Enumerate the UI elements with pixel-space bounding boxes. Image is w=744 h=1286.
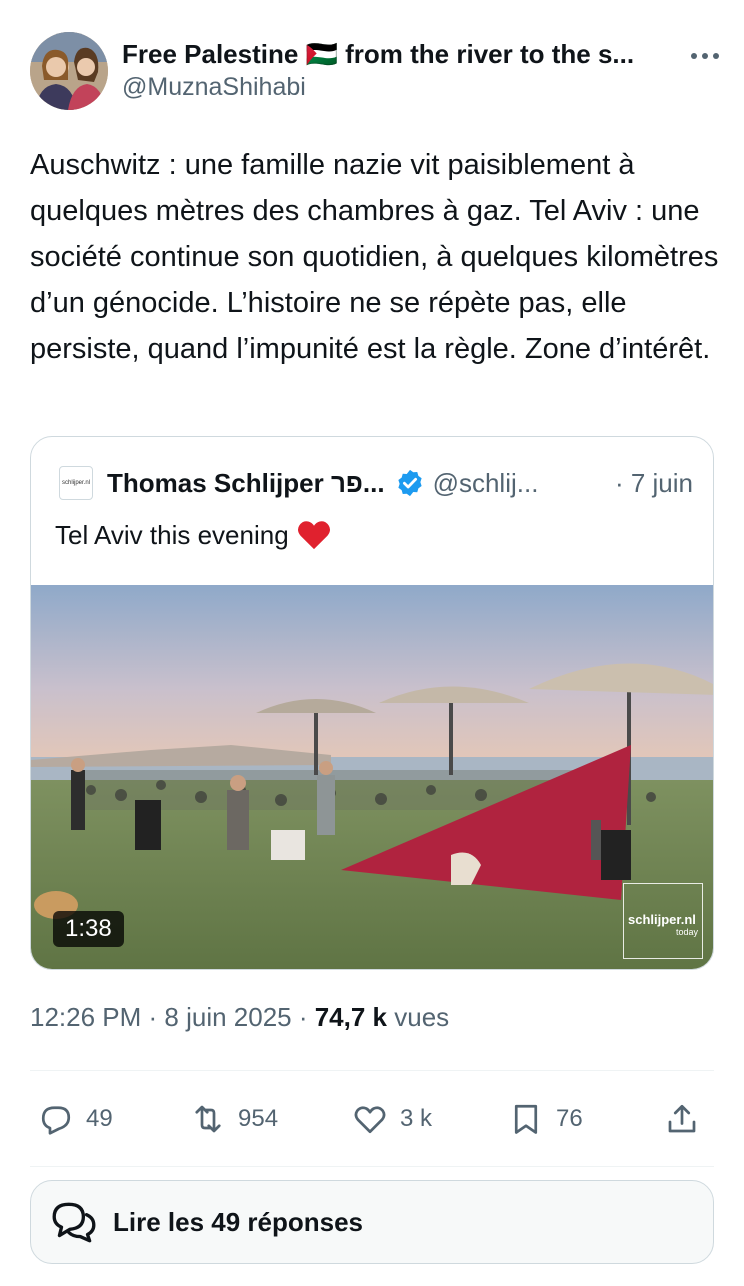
- watermark: schlijper.nl today: [623, 883, 703, 959]
- like-count: 3 k: [400, 1105, 433, 1132]
- read-replies-label: Lire les 49 réponses: [113, 1206, 364, 1237]
- views-count: 74,7 k: [314, 1002, 388, 1032]
- video-duration: 1:38: [53, 911, 124, 947]
- reply-button[interactable]: 49: [38, 1094, 113, 1144]
- video-player[interactable]: 1:38 schlijper.nl today: [31, 585, 713, 969]
- tweet-header: Free Palestine 🇵🇸 from the river to the …: [30, 32, 720, 112]
- avatar[interactable]: [30, 32, 108, 110]
- more-icon[interactable]: [690, 36, 720, 67]
- chat-bubbles-icon: [52, 1202, 96, 1243]
- author-names: Free Palestine 🇵🇸 from the river to the …: [122, 38, 662, 104]
- video-thumbnail: [31, 585, 713, 969]
- divider: [30, 1166, 714, 1167]
- quoted-tweet[interactable]: schlijper.nl Thomas Schlijper פר... @sch…: [30, 436, 714, 970]
- quoted-date[interactable]: · 7 juin: [615, 468, 693, 499]
- divider: [30, 1070, 714, 1071]
- share-button[interactable]: [664, 1094, 712, 1144]
- tweet-timestamp[interactable]: 12:26 PM · 8 juin 2025 ·: [30, 1002, 315, 1032]
- quoted-text: Tel Aviv this evening: [55, 520, 289, 550]
- tweet-text: Auschwitz : une famille nazie vit paisib…: [30, 149, 719, 365]
- reply-count: 49: [86, 1105, 113, 1132]
- watermark-subtext: today: [675, 927, 698, 937]
- bookmark-icon: [514, 1104, 538, 1134]
- views-label: vues: [387, 1002, 450, 1032]
- author-handle[interactable]: @MuznaShihabi: [122, 70, 662, 104]
- reply-icon: [41, 1106, 71, 1135]
- bookmark-button[interactable]: 76: [508, 1094, 583, 1144]
- heart-emoji-icon: [297, 521, 330, 550]
- like-button[interactable]: 3 k: [352, 1094, 432, 1144]
- author-display-name[interactable]: Free Palestine 🇵🇸 from the river to the …: [122, 38, 662, 70]
- repost-icon: [195, 1105, 221, 1133]
- like-icon: [354, 1106, 386, 1134]
- quoted-display-name[interactable]: Thomas Schlijper פר...: [107, 468, 385, 499]
- share-icon: [668, 1104, 696, 1133]
- tweet-meta: 12:26 PM · 8 juin 2025 · 74,7 k vues: [30, 1002, 449, 1033]
- quoted-tweet-header: schlijper.nl Thomas Schlijper פר... @sch…: [59, 463, 693, 503]
- bookmark-count: 76: [556, 1105, 583, 1132]
- verified-icon: [397, 469, 422, 497]
- watermark-text: schlijper.nl: [628, 912, 696, 927]
- read-replies-button[interactable]: Lire les 49 réponses: [30, 1180, 714, 1264]
- repost-count: 954: [238, 1105, 279, 1132]
- repost-button[interactable]: 954: [190, 1094, 278, 1144]
- quoted-handle[interactable]: @schlij...: [433, 468, 539, 499]
- quoted-avatar[interactable]: schlijper.nl: [59, 466, 93, 500]
- quoted-text-row: Tel Aviv this evening: [55, 517, 331, 553]
- action-bar: 49 954 3 k 76: [30, 1094, 714, 1144]
